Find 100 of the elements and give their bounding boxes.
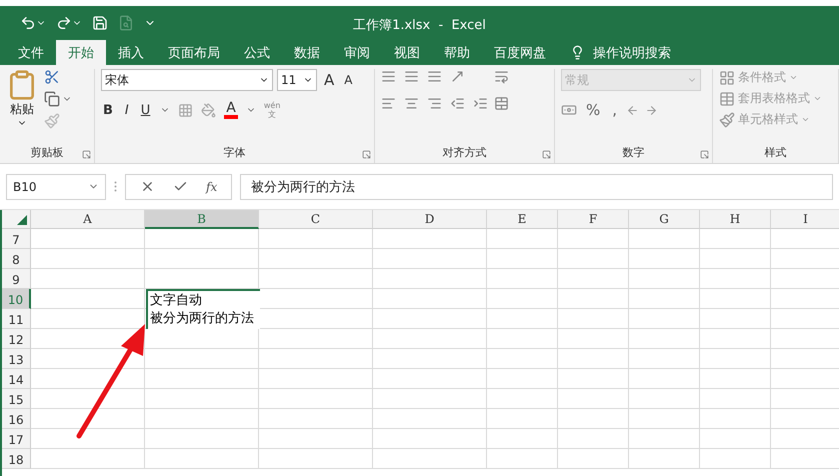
name-box[interactable]: B10 [6,174,106,200]
fill-bucket-icon[interactable] [201,102,216,118]
empty-cell [700,369,771,389]
empty-cell [558,229,629,249]
paste-label[interactable]: 粘贴 [10,101,34,118]
column-header[interactable]: I [771,210,839,229]
formula-field[interactable]: 被分为两行的方法 [240,174,833,200]
font-size-field[interactable]: 11 [277,69,317,91]
empty-cell [558,409,629,429]
row-header[interactable]: 7 [2,229,31,249]
ribbon-tab[interactable]: 文件 [6,40,56,65]
ribbon-tab[interactable]: 开始 [56,40,106,65]
empty-cell [700,409,771,429]
row-header[interactable]: 14 [2,369,31,389]
align-right-icon[interactable] [427,96,442,111]
row-header[interactable]: 17 [2,429,31,449]
indent-increase-icon[interactable] [473,96,488,111]
column-header[interactable]: C [259,210,373,229]
empty-cell [629,249,700,269]
ribbon-tab[interactable]: 页面布局 [156,40,232,65]
empty-cell [487,309,558,329]
empty-cell [487,269,558,289]
row-header[interactable]: 11 [2,309,31,329]
font-style-button[interactable]: B [101,102,115,118]
row-header[interactable]: 13 [2,349,31,369]
decrease-font-button[interactable]: A [341,73,356,87]
empty-cell [629,269,700,289]
font-style-button[interactable]: I [122,102,131,118]
empty-cell [487,409,558,429]
empty-cell [487,249,558,269]
empty-cell [487,229,558,249]
active-cell[interactable]: 文字自动 被分为两行的方法 [146,289,260,329]
empty-cell [487,429,558,449]
launcher-icon[interactable] [542,150,551,159]
row-header[interactable]: 18 [2,449,31,469]
column-header[interactable]: H [700,210,771,229]
group-label: 剪贴板 [30,145,64,161]
row-header[interactable]: 12 [2,329,31,349]
launcher-icon[interactable] [362,150,371,159]
grid-icon [719,70,735,86]
undo-icon[interactable] [20,15,36,31]
row-header[interactable]: 8 [2,249,31,269]
increase-font-button[interactable]: A [321,71,338,89]
column-header[interactable]: B [145,210,259,229]
select-all-corner[interactable] [2,210,31,229]
row-header[interactable]: 10 [2,289,31,309]
column-header[interactable]: F [558,210,629,229]
ribbon-tab[interactable]: 审阅 [332,40,382,65]
empty-cell [629,369,700,389]
empty-cell [558,289,629,309]
ribbon-tab[interactable]: 帮助 [432,40,482,65]
empty-cell [487,389,558,409]
row-header[interactable]: 16 [2,409,31,429]
comma-button[interactable]: , [609,101,620,119]
empty-cell [558,429,629,449]
border-icon[interactable] [178,102,194,118]
percent-button[interactable]: % [583,101,604,119]
empty-cell [629,349,700,369]
font-name-field[interactable]: 宋体 [101,69,273,91]
indent-decrease-icon[interactable] [450,96,465,111]
empty-cell [487,449,558,469]
copy-icon[interactable] [44,91,60,107]
launcher-icon[interactable] [82,150,91,159]
format-painter-icon[interactable] [44,113,60,129]
ribbon-tab[interactable]: 视图 [382,40,432,65]
column-header[interactable]: E [487,210,558,229]
empty-cell [558,249,629,269]
drag-handle-icon[interactable] [114,181,117,192]
wrap-text-icon[interactable] [494,69,509,84]
empty-cell [629,229,700,249]
save-icon[interactable] [92,15,108,31]
row-header[interactable]: 9 [2,269,31,289]
column-header[interactable]: G [629,210,700,229]
ribbon-tab[interactable]: 数据 [282,40,332,65]
column-header[interactable]: D [373,210,487,229]
table-icon [719,90,735,106]
row-header[interactable]: 15 [2,389,31,409]
group-label: 样式 [764,145,786,161]
align-center-icon[interactable] [404,96,419,111]
empty-cell [558,349,629,369]
launcher-icon[interactable] [700,150,709,159]
print-preview-icon[interactable] [118,15,134,31]
empty-cell [629,449,700,469]
empty-cell [700,269,771,289]
align-left-icon[interactable] [381,96,396,111]
scissors-icon[interactable] [44,69,60,85]
font-color-button[interactable]: A [224,101,238,119]
column-header[interactable]: A [31,210,145,229]
ribbon-tab[interactable]: 公式 [232,40,282,65]
search-hint[interactable]: 操作说明搜索 [593,44,671,62]
empty-cell [700,289,771,309]
window-title: 工作簿1.xlsx - Excel [353,17,486,34]
cancel-icon[interactable] [140,179,155,194]
font-style-button[interactable]: U [138,102,152,118]
empty-cell [629,329,700,349]
ribbon-tab[interactable]: 百度网盘 [482,40,558,65]
redo-icon[interactable] [56,15,72,31]
ribbon-tab[interactable]: 插入 [106,40,156,65]
merge-cells-icon[interactable] [494,96,509,111]
insert-function-button[interactable]: fx [206,180,218,194]
